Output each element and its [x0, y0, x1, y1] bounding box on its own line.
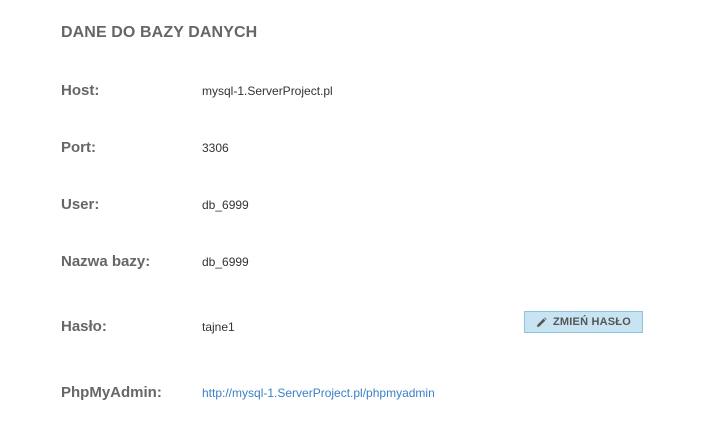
- change-password-label: ZMIEŃ HASŁO: [553, 316, 631, 328]
- password-value: tajne1: [202, 320, 235, 334]
- change-password-button[interactable]: ZMIEŃ HASŁO: [524, 311, 643, 333]
- database-name-label: Nazwa bazy:: [61, 253, 151, 270]
- password-label: Hasło:: [61, 318, 107, 335]
- phpmyadmin-row: PhpMyAdmin: http://mysql-1.ServerProject…: [0, 381, 721, 405]
- host-row: Host: mysql-1.ServerProject.pl: [0, 79, 721, 103]
- port-value: 3306: [202, 141, 229, 155]
- database-name-value: db_6999: [202, 255, 249, 269]
- user-label: User:: [61, 196, 100, 213]
- panel-title: DANE DO BAZY DANYCH: [61, 24, 258, 41]
- phpmyadmin-label: PhpMyAdmin:: [61, 384, 162, 401]
- host-value: mysql-1.ServerProject.pl: [202, 84, 333, 98]
- database-credentials-panel: DANE DO BAZY DANYCH Host: mysql-1.Server…: [0, 0, 721, 428]
- port-row: Port: 3306: [0, 136, 721, 160]
- user-value: db_6999: [202, 198, 249, 212]
- user-row: User: db_6999: [0, 193, 721, 217]
- host-label: Host:: [61, 82, 100, 99]
- database-name-row: Nazwa bazy: db_6999: [0, 250, 721, 274]
- phpmyadmin-link[interactable]: http://mysql-1.ServerProject.pl/phpmyadm…: [202, 381, 435, 405]
- pencil-icon: [536, 316, 547, 327]
- port-label: Port:: [61, 139, 96, 156]
